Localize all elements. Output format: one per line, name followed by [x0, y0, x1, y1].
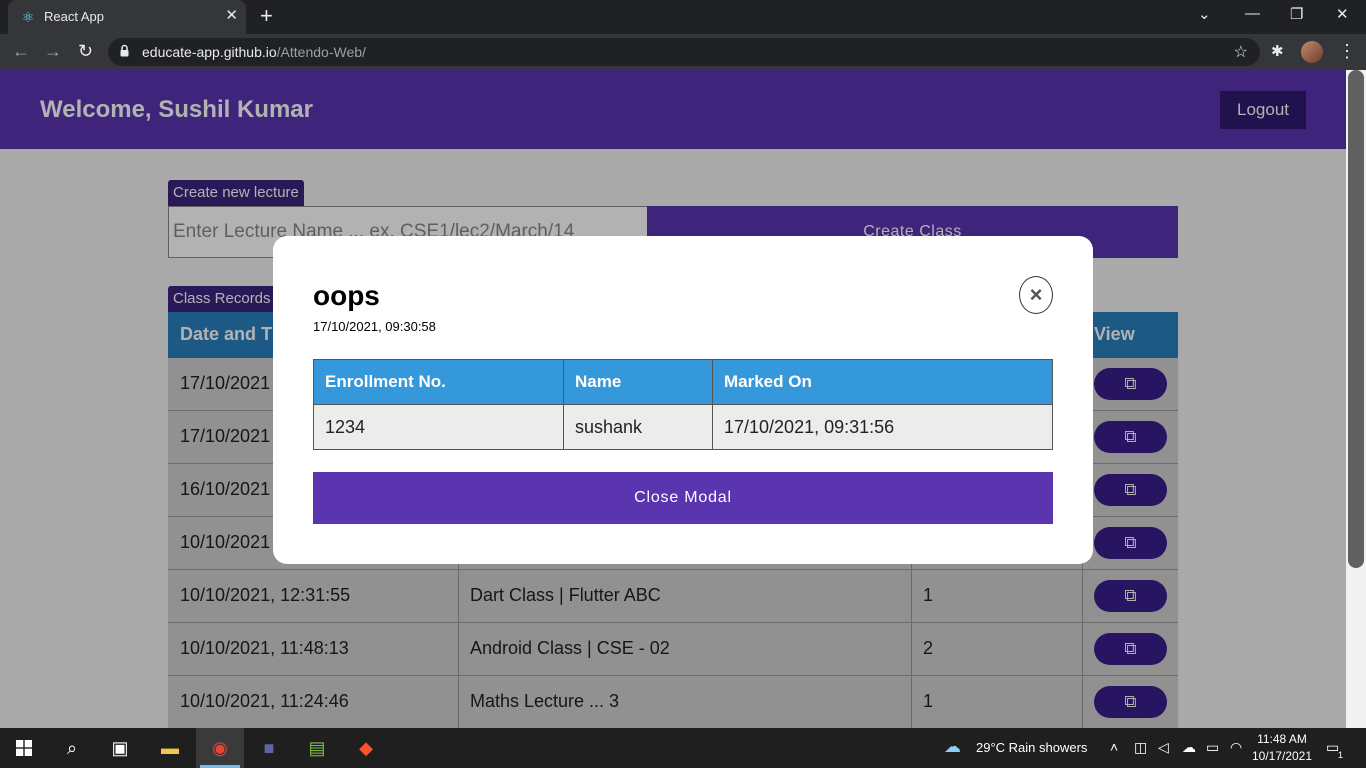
- clock-time: 11:48 AM: [1257, 732, 1307, 746]
- page-scrollbar-thumb[interactable]: [1348, 70, 1364, 568]
- browser-toolbar: ← → ↻ educate-app.github.io/Attendo-Web/…: [0, 34, 1366, 70]
- clock-date: 10/17/2021: [1251, 749, 1313, 763]
- search-icon[interactable]: ⌕: [58, 736, 86, 760]
- wifi-icon[interactable]: ◠: [1230, 739, 1242, 756]
- bookmark-star-icon[interactable]: ☆: [1234, 42, 1248, 62]
- lock-icon: [120, 44, 129, 57]
- col-header-enrollment: Enrollment No.: [313, 359, 564, 405]
- attendance-header-row: Enrollment No. Name Marked On: [313, 359, 1053, 405]
- windows-start-icon[interactable]: [16, 740, 32, 756]
- meet-now-icon[interactable]: ◫: [1134, 739, 1147, 756]
- onedrive-icon[interactable]: ☁: [1182, 739, 1196, 756]
- volume-icon[interactable]: ◁: [1158, 739, 1169, 756]
- profile-avatar[interactable]: [1301, 41, 1323, 63]
- modal-title: oops: [313, 280, 380, 311]
- notes-app-icon[interactable]: ▤: [303, 736, 331, 760]
- browser-menu-icon[interactable]: ⋮: [1338, 40, 1356, 62]
- restore-icon[interactable]: ❐: [1290, 5, 1303, 23]
- task-view-icon[interactable]: ▣: [106, 736, 134, 760]
- tab-search-icon[interactable]: ⌄: [1198, 5, 1211, 23]
- attendance-table: Enrollment No. Name Marked On 1234 susha…: [313, 359, 1053, 450]
- chrome-icon[interactable]: ◉: [206, 736, 234, 760]
- modal-timestamp: 17/10/2021, 09:30:58: [313, 319, 436, 334]
- weather-text[interactable]: 29°C Rain showers: [976, 740, 1087, 755]
- clock[interactable]: 11:48 AM 10/17/2021: [1250, 731, 1314, 765]
- col-header-marked-on: Marked On: [712, 359, 1053, 405]
- new-tab-icon[interactable]: +: [260, 5, 273, 27]
- table-row: 1234 sushank 17/10/2021, 09:31:56: [313, 404, 1053, 450]
- extensions-icon[interactable]: ✱: [1271, 42, 1284, 60]
- url-text: educate-app.github.io/Attendo-Web/: [142, 44, 366, 60]
- close-icon[interactable]: ×: [1019, 276, 1053, 314]
- teams-icon[interactable]: ■: [255, 736, 283, 760]
- browser-tab[interactable]: ⚛ React App ✕: [8, 0, 246, 34]
- close-modal-button[interactable]: Close Modal: [313, 472, 1053, 524]
- chevron-up-icon[interactable]: ˄: [1110, 739, 1118, 755]
- address-bar[interactable]: educate-app.github.io/Attendo-Web/ ☆: [108, 38, 1260, 66]
- cell-enrollment: 1234: [313, 404, 564, 450]
- close-tab-icon[interactable]: ✕: [225, 8, 238, 24]
- battery-icon[interactable]: ▭: [1206, 739, 1219, 756]
- windows-taskbar: ⌕ ▣ ▬ ◉ ■ ▤ ◆ ☁ 29°C Rain showers ˄ ◫ ◁ …: [0, 728, 1366, 768]
- brave-icon[interactable]: ◆: [352, 736, 380, 760]
- browser-tab-bar: ⚛ React App ✕ + ⌄ — ❐ ✕: [0, 0, 1366, 34]
- attendance-modal: oops 17/10/2021, 09:30:58 × Enrollment N…: [273, 236, 1093, 564]
- tab-title: React App: [44, 9, 104, 24]
- react-icon: ⚛: [21, 9, 35, 25]
- back-icon[interactable]: ←: [12, 40, 30, 62]
- col-header-name: Name: [563, 359, 713, 405]
- page: Welcome, Sushil Kumar Logout Create new …: [0, 70, 1346, 728]
- notification-count: 1: [1338, 750, 1344, 760]
- reload-icon[interactable]: ↻: [78, 40, 93, 62]
- weather-icon: ☁: [944, 737, 961, 756]
- minimize-icon[interactable]: —: [1245, 5, 1260, 22]
- forward-icon[interactable]: →: [44, 40, 62, 62]
- file-explorer-icon[interactable]: ▬: [156, 736, 184, 760]
- close-window-icon[interactable]: ✕: [1336, 5, 1349, 23]
- cell-marked-on: 17/10/2021, 09:31:56: [712, 404, 1053, 450]
- cell-name: sushank: [563, 404, 713, 450]
